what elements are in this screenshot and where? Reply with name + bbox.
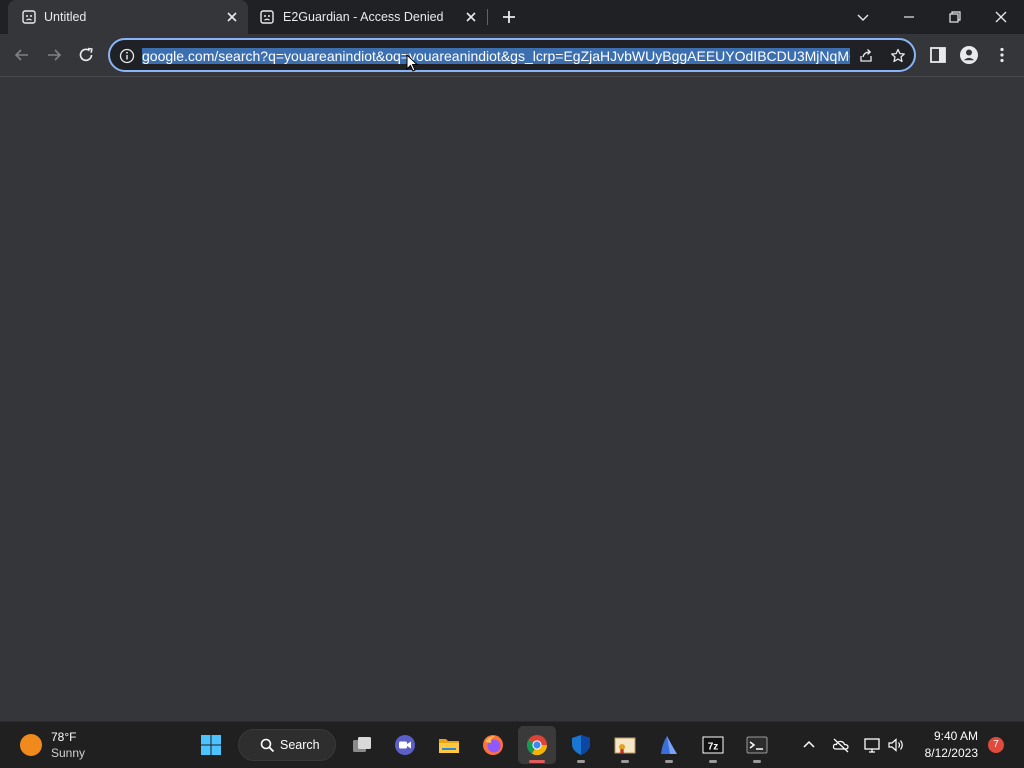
sad-page-icon xyxy=(260,10,274,24)
search-icon xyxy=(260,738,275,753)
weather-temperature[interactable]: 78°F xyxy=(51,730,76,744)
app-icon xyxy=(661,736,677,754)
chevron-up-icon[interactable] xyxy=(800,736,818,754)
7zip-icon: 7z xyxy=(702,736,724,754)
minimize-icon[interactable] xyxy=(898,6,920,28)
restore-icon[interactable] xyxy=(944,6,966,28)
side-panel-icon[interactable] xyxy=(927,44,949,66)
running-indicator xyxy=(577,760,585,763)
sun-icon[interactable] xyxy=(20,734,42,756)
site-info-icon[interactable] xyxy=(119,48,135,64)
app-button[interactable] xyxy=(650,726,688,764)
folder-icon xyxy=(439,739,459,753)
running-indicator xyxy=(621,760,629,763)
clock-date[interactable]: 8/12/2023 xyxy=(918,746,978,760)
file-explorer-button[interactable] xyxy=(430,726,468,764)
running-indicator xyxy=(665,760,673,763)
page-content[interactable] xyxy=(0,77,1024,721)
address-bar[interactable]: google.com/search?q=youareanindiot&oq=yo… xyxy=(108,38,916,72)
certificate-icon xyxy=(614,737,636,754)
close-icon[interactable] xyxy=(224,9,240,25)
7zip-button[interactable]: 7z xyxy=(694,726,732,764)
bookmark-star-icon[interactable] xyxy=(890,48,906,64)
shield-icon xyxy=(572,735,590,755)
chrome-icon xyxy=(526,735,548,756)
tab-e2guardian[interactable]: E2Guardian - Access Denied xyxy=(248,0,486,34)
url-text: google.com/search?q=youareanindiot&oq=yo… xyxy=(142,48,850,64)
share-icon[interactable] xyxy=(858,48,874,64)
network-icon[interactable] xyxy=(863,736,881,754)
back-icon[interactable] xyxy=(11,44,33,66)
tab-title: E2Guardian - Access Denied xyxy=(283,10,444,24)
task-view-icon xyxy=(353,737,371,752)
tab-search-icon[interactable] xyxy=(852,6,874,28)
active-indicator xyxy=(529,760,545,763)
tab-divider xyxy=(487,9,488,25)
teams-button[interactable] xyxy=(386,726,424,764)
terminal-button[interactable] xyxy=(738,726,776,764)
windows-taskbar: 78°F Sunny Search 7z 9:40 AM 8/12/2023 7 xyxy=(0,721,1024,768)
firefox-button[interactable] xyxy=(474,726,512,764)
start-button[interactable] xyxy=(192,726,230,764)
volume-icon[interactable] xyxy=(887,736,905,754)
teams-chat-icon xyxy=(395,735,415,755)
windows-logo-icon xyxy=(201,735,221,755)
address-input[interactable]: google.com/search?q=youareanindiot&oq=yo… xyxy=(142,46,850,66)
close-window-icon[interactable] xyxy=(990,6,1012,28)
search-label: Search xyxy=(280,738,320,752)
reload-icon[interactable] xyxy=(75,44,97,66)
menu-kebab-icon[interactable] xyxy=(991,44,1013,66)
tab-untitled[interactable]: Untitled xyxy=(8,0,248,34)
weather-condition[interactable]: Sunny xyxy=(51,746,85,760)
certificate-manager-button[interactable] xyxy=(606,726,644,764)
clock-time[interactable]: 9:40 AM xyxy=(922,729,978,743)
task-view-button[interactable] xyxy=(343,726,381,764)
sad-page-icon xyxy=(22,10,36,24)
running-indicator xyxy=(753,760,761,763)
firefox-icon xyxy=(483,735,503,755)
tab-title: Untitled xyxy=(44,10,87,24)
defender-button[interactable] xyxy=(562,726,600,764)
chrome-button[interactable] xyxy=(518,726,556,764)
close-icon[interactable] xyxy=(463,9,479,25)
svg-text:7z: 7z xyxy=(708,742,719,753)
terminal-icon xyxy=(746,736,768,754)
onedrive-offline-icon[interactable] xyxy=(832,736,850,754)
forward-icon[interactable] xyxy=(43,44,65,66)
taskbar-search[interactable]: Search xyxy=(238,729,336,761)
mouse-cursor-icon xyxy=(406,54,418,72)
running-indicator xyxy=(709,760,717,763)
tab-strip: Untitled E2Guardian - Access Denied xyxy=(0,0,1024,34)
notification-badge[interactable]: 7 xyxy=(988,737,1004,753)
browser-toolbar: google.com/search?q=youareanindiot&oq=yo… xyxy=(0,34,1024,77)
new-tab-icon[interactable] xyxy=(499,7,519,27)
profile-icon[interactable] xyxy=(958,44,980,66)
